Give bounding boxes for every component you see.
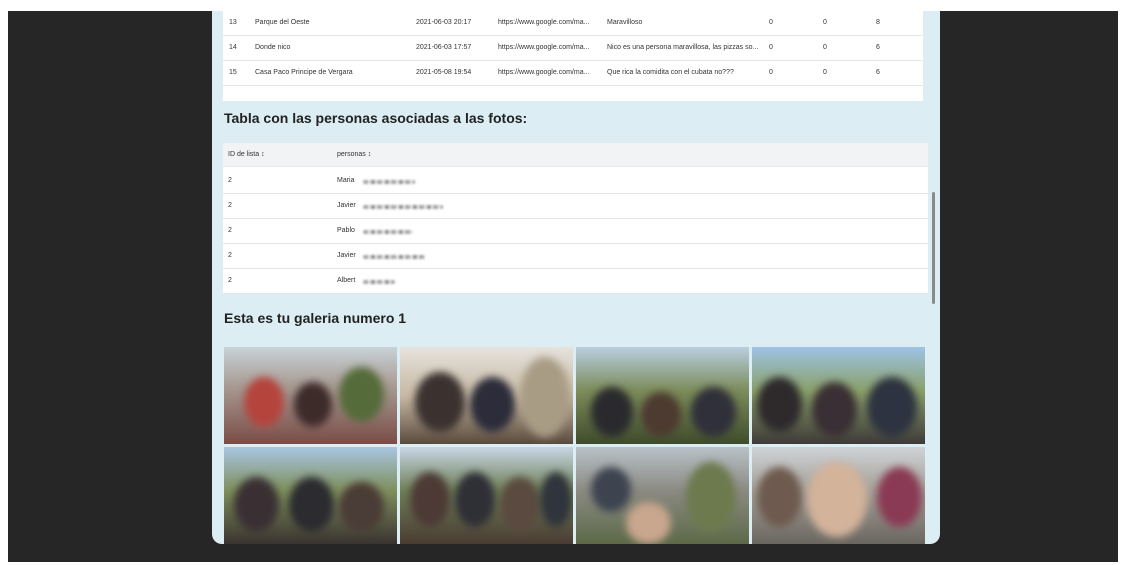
redacted-surname — [363, 230, 413, 234]
table-row[interactable]: 2 Albert — [223, 269, 928, 294]
cell-date: 2021-06-03 20:17 — [416, 19, 472, 26]
cell-comment: Maravilloso — [607, 19, 643, 26]
cell-place: Parque del Oeste — [255, 19, 310, 26]
table-row[interactable]: 2 Pablo — [223, 219, 928, 244]
redacted-surname — [363, 180, 415, 184]
app-window: 13 Parque del Oeste 2021-06-03 20:17 htt… — [8, 11, 1118, 562]
redacted-surname — [363, 255, 425, 259]
visits-table: 13 Parque del Oeste 2021-06-03 20:17 htt… — [223, 11, 923, 101]
gallery-photo[interactable] — [400, 447, 573, 544]
gallery-photo[interactable] — [576, 447, 749, 544]
cell-count-3: 6 — [876, 44, 880, 51]
people-table-title: Tabla con las personas asociadas a las f… — [224, 110, 528, 126]
photo-gallery — [224, 347, 926, 544]
column-header-list-id[interactable]: ID de lista ↕ — [228, 151, 265, 158]
redacted-surname — [363, 205, 443, 209]
cell-comment: Nico es una persona maravillosa, las piz… — [607, 44, 759, 51]
cell-id: 13 — [229, 19, 237, 26]
table-row[interactable]: 13 Parque del Oeste 2021-06-03 20:17 htt… — [223, 11, 923, 36]
cell-url[interactable]: https://www.google.com/ma... — [498, 69, 589, 76]
table-header: ID de lista ↕ personas ↕ — [223, 143, 928, 167]
cell-id: 14 — [229, 44, 237, 51]
table-row[interactable]: 15 Casa Paco Principe de Vergara 2021-05… — [223, 61, 923, 86]
cell-list-id: 2 — [228, 227, 232, 234]
cell-date: 2021-06-03 17:57 — [416, 44, 472, 51]
cell-person-name: Javier — [337, 202, 356, 209]
cell-id: 15 — [229, 69, 237, 76]
cell-comment: Que rica la comidita con el cubata no??? — [607, 69, 734, 76]
cell-count-2: 0 — [823, 69, 827, 76]
gallery-photo[interactable] — [400, 347, 573, 444]
cell-url[interactable]: https://www.google.com/ma... — [498, 19, 589, 26]
cell-place: Donde nico — [255, 44, 291, 51]
table-row[interactable]: 14 Donde nico 2021-06-03 17:57 https://w… — [223, 36, 923, 61]
cell-count-3: 8 — [876, 19, 880, 26]
cell-count-1: 0 — [769, 69, 773, 76]
cell-place: Casa Paco Principe de Vergara — [255, 69, 353, 76]
cell-count-3: 6 — [876, 69, 880, 76]
cell-person-name: Javier — [337, 252, 356, 259]
content-panel: 13 Parque del Oeste 2021-06-03 20:17 htt… — [212, 11, 940, 544]
people-table: ID de lista ↕ personas ↕ 2 Maria 2 Javie… — [223, 143, 928, 294]
table-row[interactable]: 2 Javier — [223, 194, 928, 219]
cell-url[interactable]: https://www.google.com/ma... — [498, 44, 589, 51]
cell-count-1: 0 — [769, 19, 773, 26]
gallery-photo[interactable] — [224, 347, 397, 444]
cell-count-2: 0 — [823, 44, 827, 51]
table-row[interactable]: 2 Maria — [223, 169, 928, 194]
gallery-photo[interactable] — [224, 447, 397, 544]
cell-list-id: 2 — [228, 177, 232, 184]
cell-person-name: Maria — [337, 177, 355, 184]
table-row[interactable]: 2 Javier — [223, 244, 928, 269]
gallery-photo[interactable] — [576, 347, 749, 444]
cell-date: 2021-05-08 19:54 — [416, 69, 472, 76]
cell-list-id: 2 — [228, 202, 232, 209]
redacted-surname — [363, 280, 395, 284]
cell-count-1: 0 — [769, 44, 773, 51]
gallery-photo[interactable] — [752, 447, 925, 544]
cell-person-name: Pablo — [337, 227, 355, 234]
people-table-scrollbar[interactable] — [932, 192, 935, 304]
gallery-title: Esta es tu galeria numero 1 — [224, 310, 407, 326]
cell-count-2: 0 — [823, 19, 827, 26]
column-header-people[interactable]: personas ↕ — [337, 151, 371, 158]
gallery-photo[interactable] — [752, 347, 925, 444]
cell-person-name: Albert — [337, 277, 356, 284]
cell-list-id: 2 — [228, 252, 232, 259]
cell-list-id: 2 — [228, 277, 232, 284]
